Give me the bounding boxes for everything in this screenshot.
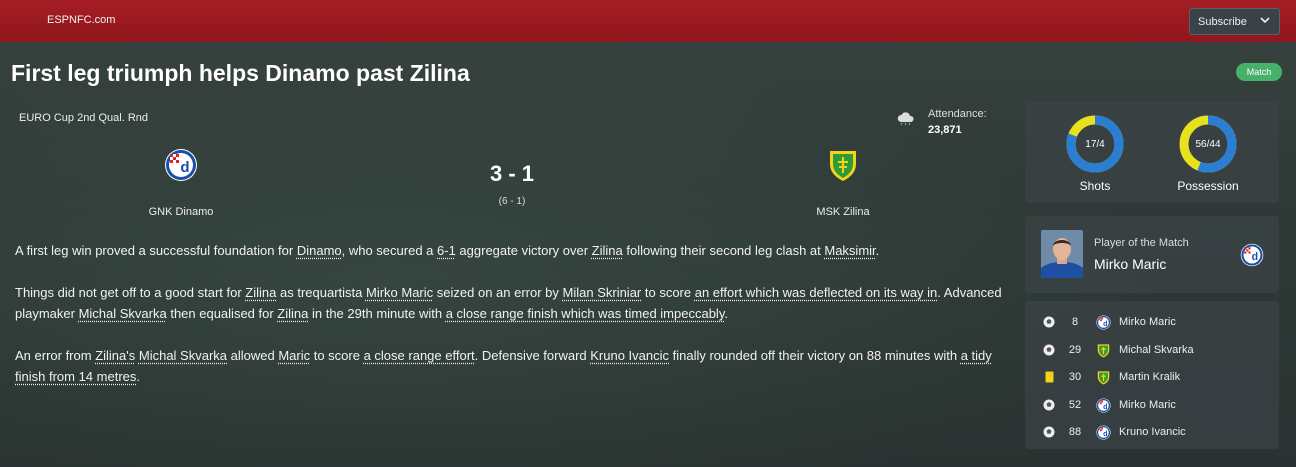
report-link[interactable]: Zilina bbox=[592, 243, 623, 258]
report-text: Things did not get off to a good start f… bbox=[15, 284, 246, 300]
match-tag[interactable]: Match bbox=[1236, 63, 1282, 81]
event-player[interactable]: Michal Skvarka bbox=[1119, 344, 1194, 356]
cloud-icon bbox=[896, 110, 916, 126]
report-text: A first leg win proved a successful foun… bbox=[15, 243, 297, 258]
dinamo-crest-icon: d bbox=[1096, 397, 1111, 413]
report-link[interactable]: Michal Skvarka bbox=[139, 348, 227, 363]
report-link[interactable]: Dinamo bbox=[297, 243, 342, 258]
event-minute: 29 bbox=[1068, 343, 1082, 356]
report-text: to score bbox=[310, 347, 364, 363]
match-report: A first leg win proved a successful foun… bbox=[15, 240, 1015, 408]
report-text: aggregate victory over bbox=[455, 243, 592, 258]
dinamo-crest-icon: d bbox=[1096, 425, 1111, 440]
report-text: finally rounded off their victory on 88 … bbox=[669, 347, 961, 363]
site-brand[interactable]: ESPNFC.com bbox=[47, 14, 115, 26]
report-text: , who secured a bbox=[341, 243, 438, 258]
ball-icon bbox=[1043, 316, 1055, 328]
report-link[interactable]: Mirko Maric bbox=[366, 285, 433, 300]
match-events-panel: 8 d Mirko Maric 29 Michal Skvarka 30 Martin Kr… bbox=[1025, 301, 1279, 449]
report-link[interactable]: Zilina bbox=[245, 285, 276, 300]
article-headline: First leg triumph helps Dinamo past Zili… bbox=[11, 60, 470, 86]
svg-text:d: d bbox=[1103, 321, 1107, 328]
report-link[interactable]: Maric bbox=[278, 348, 310, 363]
match-score: 3 - 1 bbox=[489, 161, 535, 186]
home-team-name[interactable]: GNK Dinamo bbox=[111, 206, 251, 218]
aggregate-score: (6 - 1) bbox=[498, 196, 526, 207]
report-link[interactable]: Milan Skriniar bbox=[563, 285, 642, 300]
attendance-value: 23,871 bbox=[928, 124, 962, 136]
report-link[interactable]: 6-1 bbox=[437, 243, 456, 258]
ball-icon bbox=[1043, 344, 1055, 356]
dinamo-crest-icon: d bbox=[1096, 315, 1111, 330]
attendance-label: Attendance: bbox=[928, 108, 987, 120]
report-link[interactable]: Zilina's bbox=[95, 348, 135, 363]
report-link[interactable]: Maksimir bbox=[824, 243, 875, 258]
zilina-crest-icon bbox=[1096, 343, 1111, 358]
report-text: in the 29th minute with bbox=[308, 306, 446, 321]
event-row[interactable]: 88 d Kruno Ivancic bbox=[1043, 424, 1273, 440]
player-of-the-match-panel[interactable]: Player of the Match Mirko Maric d bbox=[1025, 216, 1279, 293]
report-text: . Defensive forward bbox=[474, 347, 591, 363]
event-minute: 30 bbox=[1068, 371, 1082, 383]
report-text: to score bbox=[641, 284, 695, 300]
subscribe-button[interactable]: Subscribe bbox=[1189, 8, 1280, 35]
possession-label: Possession bbox=[1177, 179, 1239, 193]
event-row[interactable]: 52 d Mirko Maric bbox=[1043, 397, 1273, 413]
competition-label: EURO Cup 2nd Qual. Rnd bbox=[19, 112, 149, 124]
report-paragraph: An error from Zilina's Michal Skvarka al… bbox=[15, 345, 1015, 388]
ball-icon bbox=[1043, 426, 1055, 438]
report-link[interactable]: Zilina bbox=[277, 306, 308, 321]
report-text: . bbox=[724, 306, 728, 321]
event-minute: 52 bbox=[1068, 398, 1082, 411]
report-text: then equalised for bbox=[166, 306, 278, 321]
report-link[interactable]: Michal Skvarka bbox=[79, 306, 167, 321]
report-link[interactable]: a close range finish which was timed imp… bbox=[446, 306, 725, 321]
potm-player-name[interactable]: Mirko Maric bbox=[1094, 256, 1166, 272]
site-header: ESPNFC.com Subscribe bbox=[0, 0, 1296, 42]
subscribe-label: Subscribe bbox=[1198, 15, 1247, 28]
zilina-crest-icon bbox=[1096, 370, 1111, 385]
event-row[interactable]: 8 d Mirko Maric bbox=[1043, 314, 1273, 330]
report-text: . bbox=[875, 243, 880, 258]
stats-panel: 17/4 Shots 56/44 Possession bbox=[1025, 102, 1279, 203]
report-text: allowed bbox=[227, 347, 279, 363]
report-text: as trequartista bbox=[276, 284, 366, 300]
report-link[interactable]: an effort which was deflected on its way… bbox=[695, 285, 938, 300]
report-text: . bbox=[136, 369, 140, 384]
event-player[interactable]: Mirko Maric bbox=[1119, 399, 1176, 411]
event-row[interactable]: 29 Michal Skvarka bbox=[1043, 342, 1273, 358]
shots-label: Shots bbox=[1079, 179, 1111, 193]
dinamo-crest-icon: d bbox=[1240, 243, 1264, 267]
svg-text:d: d bbox=[180, 159, 189, 176]
yellow-card-icon bbox=[1043, 371, 1055, 383]
player-avatar bbox=[1041, 230, 1083, 278]
chevron-down-icon bbox=[1260, 15, 1270, 28]
possession-value: 56/44 bbox=[1195, 139, 1221, 150]
svg-text:d: d bbox=[1103, 431, 1107, 438]
zilina-crest-icon[interactable] bbox=[826, 148, 860, 182]
event-player[interactable]: Martin Kralik bbox=[1119, 371, 1180, 383]
event-player[interactable]: Mirko Maric bbox=[1119, 316, 1176, 328]
dinamo-crest-icon[interactable]: d bbox=[164, 148, 198, 182]
event-row[interactable]: 30 Martin Kralik bbox=[1043, 369, 1273, 385]
report-link[interactable]: Kruno Ivancic bbox=[590, 348, 669, 363]
potm-label: Player of the Match bbox=[1094, 237, 1189, 249]
report-paragraph: Things did not get off to a good start f… bbox=[15, 282, 1015, 325]
report-text: following their second leg clash at bbox=[622, 243, 825, 258]
report-text: seized on an error by bbox=[433, 284, 563, 300]
report-paragraph: A first leg win proved a successful foun… bbox=[15, 240, 1015, 262]
ball-icon bbox=[1043, 399, 1055, 411]
event-minute: 88 bbox=[1068, 426, 1082, 438]
event-minute: 8 bbox=[1071, 316, 1079, 328]
report-text: An error from bbox=[15, 347, 96, 363]
svg-text:d: d bbox=[1103, 404, 1107, 411]
event-player[interactable]: Kruno Ivancic bbox=[1119, 426, 1186, 438]
away-team-name[interactable]: MSK Zilina bbox=[773, 206, 913, 218]
shots-value: 17/4 bbox=[1085, 139, 1105, 150]
report-link[interactable]: a close range effort bbox=[364, 348, 475, 363]
svg-text:d: d bbox=[1252, 251, 1258, 263]
